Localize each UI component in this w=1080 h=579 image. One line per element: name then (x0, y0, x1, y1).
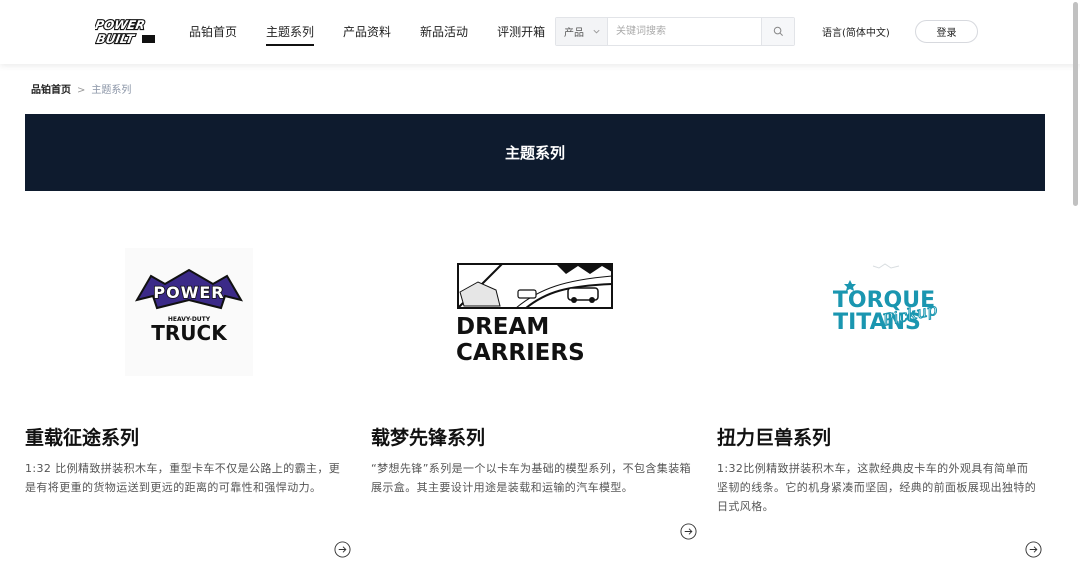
card-logo-line1: POWER (153, 283, 224, 302)
card-logo-line3: TRUCK (151, 321, 228, 345)
search-category-select[interactable]: 产品 (556, 18, 608, 45)
svg-text:POWER: POWER (95, 18, 146, 32)
language-selector[interactable]: 语言(简体中文) (822, 24, 890, 39)
site-header: POWER BUILT 品铂首页 主题系列 产品资料 新品活动 评测开箱 产品 … (0, 0, 1080, 64)
nav-reviews[interactable]: 评测开箱 (497, 0, 545, 64)
main-nav: 品铂首页 主题系列 产品资料 新品活动 评测开箱 (189, 0, 574, 64)
breadcrumb-home[interactable]: 品铂首页 (31, 85, 71, 96)
breadcrumb-separator: > (77, 85, 86, 96)
card-title[interactable]: 重载征途系列 (25, 423, 139, 450)
card-description: 1:32比例精致拼装积木车，这款经典皮卡车的外观具有简单而坚韧的线条。它的机身紧… (717, 462, 1037, 513)
card-description: 1:32 比例精致拼装积木车，重型卡车不仅是公路上的霸主，更是有将更重的货物运送… (25, 462, 341, 494)
breadcrumb: 品铂首页 > 主题系列 (31, 81, 131, 96)
page-banner: 主题系列 (25, 114, 1045, 191)
arrow-right-circle-icon[interactable] (1025, 541, 1042, 558)
heavy-duty-truck-logo[interactable]: POWER HEAVY-DUTY TRUCK (125, 248, 253, 376)
brand-logo[interactable]: POWER BUILT (95, 15, 157, 47)
chevron-down-icon (593, 29, 600, 34)
torque-titans-logo[interactable]: TORQUE TITANS Pickup (813, 262, 955, 342)
card-title[interactable]: 载梦先锋系列 (371, 423, 485, 450)
scrollbar-thumb[interactable] (1073, 2, 1078, 206)
arrow-right-circle-icon[interactable] (680, 523, 697, 540)
card-title[interactable]: 扭力巨兽系列 (717, 423, 831, 450)
nav-home[interactable]: 品铂首页 (189, 0, 237, 64)
card-description: “梦想先锋”系列是一个以卡车为基础的模型系列，不包含集装箱展示盒。其主要设计用途… (371, 462, 691, 494)
search-input[interactable] (608, 18, 761, 45)
nav-series[interactable]: 主题系列 (266, 0, 315, 64)
breadcrumb-current: 主题系列 (91, 85, 132, 96)
card-logo-line1: DREAM (456, 314, 549, 340)
search-button[interactable] (761, 18, 794, 45)
search-icon (773, 26, 783, 36)
card-logo-line2: CARRIERS (456, 340, 585, 364)
nav-products[interactable]: 产品资料 (343, 0, 391, 64)
dream-carriers-logo[interactable]: DREAM CARRIERS (456, 262, 614, 364)
nav-news[interactable]: 新品活动 (420, 0, 468, 64)
login-button[interactable]: 登录 (915, 20, 978, 43)
svg-text:BUILT: BUILT (96, 32, 137, 46)
search-category-label: 产品 (564, 28, 584, 39)
page-title: 主题系列 (504, 144, 565, 162)
search-bar: 产品 (555, 17, 795, 46)
arrow-right-circle-icon[interactable] (334, 541, 351, 558)
page-scrollbar[interactable] (1072, 0, 1078, 579)
